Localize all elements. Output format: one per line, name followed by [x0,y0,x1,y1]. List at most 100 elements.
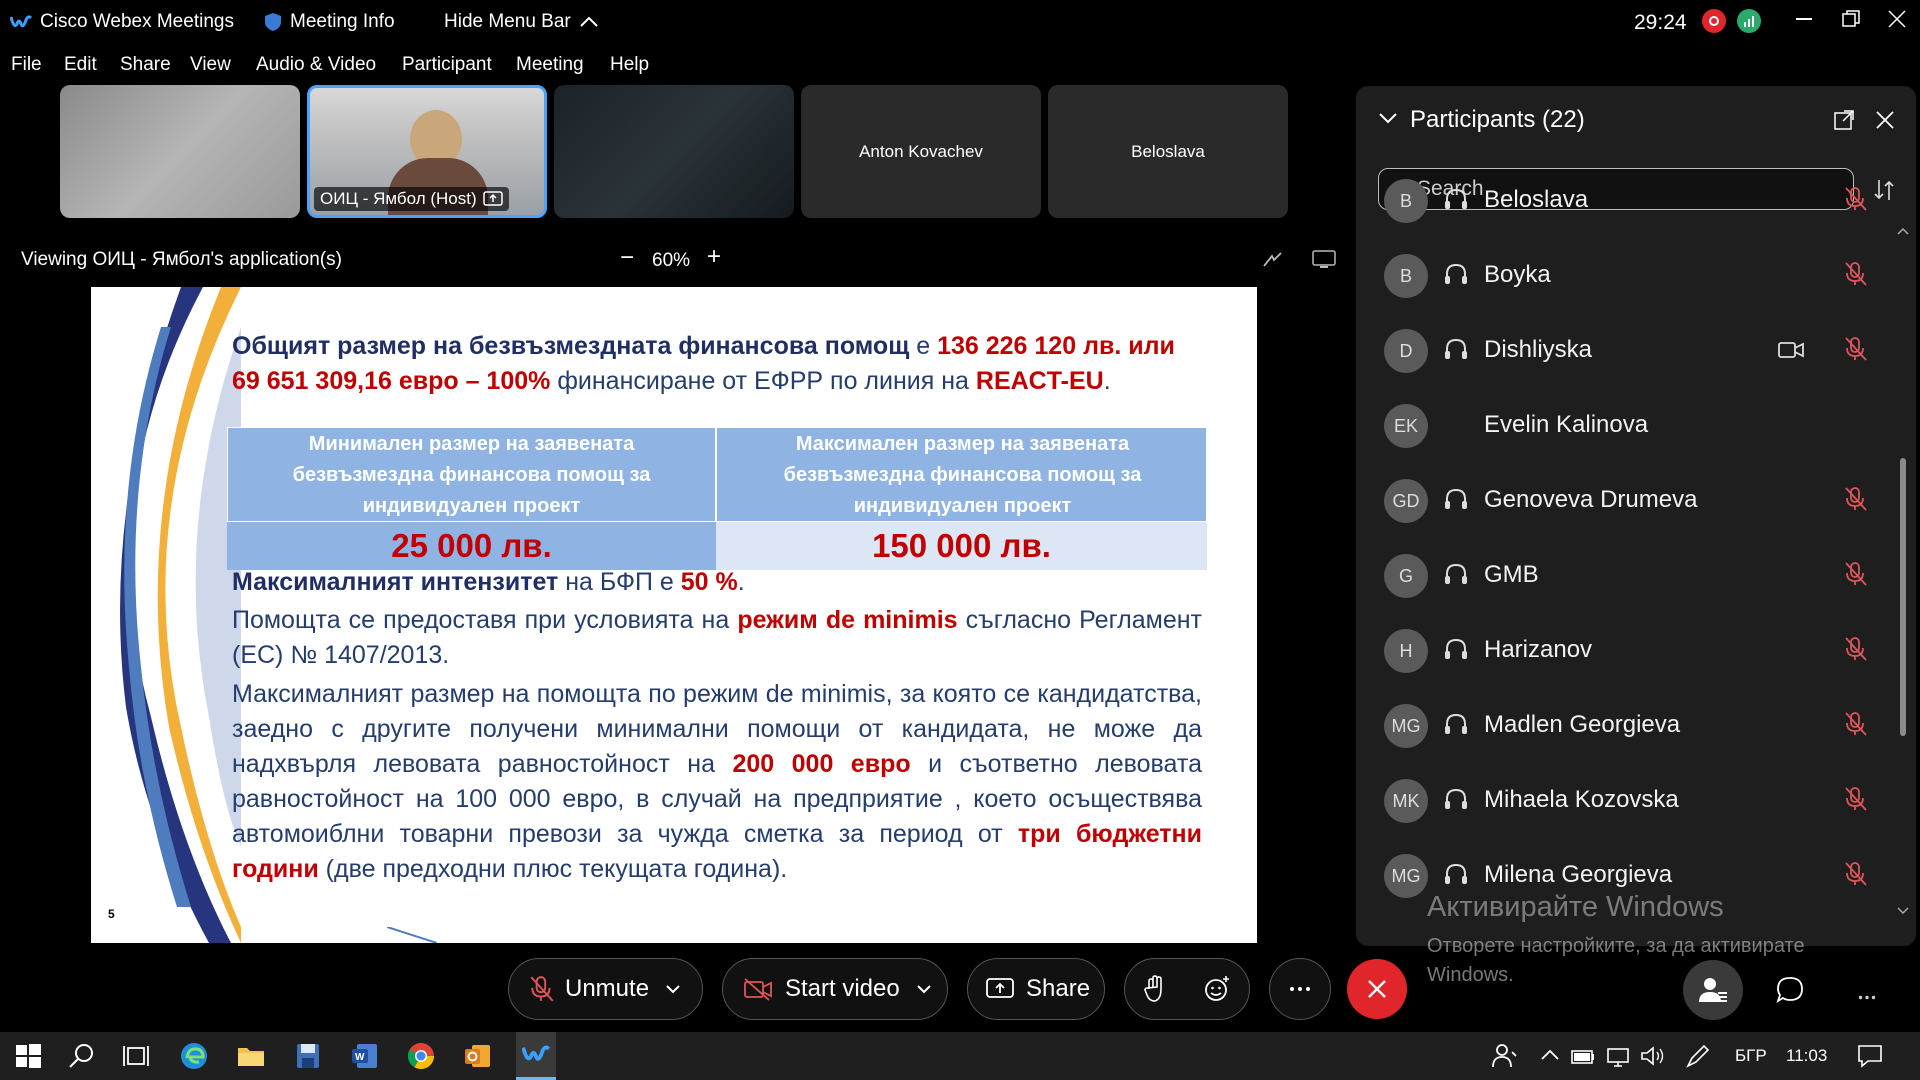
outlook-icon[interactable] [462,1040,494,1072]
slide-paragraph-1: Общият размер на безвъзмездната финансов… [232,332,1175,395]
menu-participant[interactable]: Participant [402,54,492,76]
zoom-in-button[interactable]: + [707,243,721,271]
muted-mic-icon[interactable] [1844,261,1868,287]
video-thumbnail-1[interactable] [60,85,300,218]
table-cell-min-value: 25 000 лв. [227,522,716,570]
participant-row[interactable]: B Boyka [1356,235,1896,310]
shared-slide: Общият размер на безвъзмездната финансов… [91,287,1257,943]
video-thumbnail-beloslava[interactable]: Beloslava [1048,85,1288,218]
avatar: MG [1384,854,1428,898]
video-off-icon [744,978,772,1001]
participant-name: Beloslava [1484,186,1589,213]
start-video-button[interactable]: Start video [722,958,948,1020]
close-window-icon[interactable] [1888,10,1906,28]
system-clock[interactable]: 11:03 [1786,1046,1827,1066]
headset-icon [1445,863,1467,884]
pen-icon[interactable] [1682,1040,1714,1072]
scroll-up-icon[interactable] [1897,226,1909,236]
table-header-max: Максимален размер на заявената безвъзмез… [783,433,1142,517]
task-view-icon[interactable] [120,1040,152,1072]
participant-row[interactable]: MK Mihaela Kozovska [1356,760,1896,835]
video-thumbnail-anton[interactable]: Anton Kovachev [801,85,1041,218]
more-options-button[interactable] [1269,958,1331,1020]
muted-mic-icon[interactable] [1844,861,1868,887]
scroll-down-icon[interactable] [1897,906,1909,916]
participant-row[interactable]: EK Evelin Kalinova [1356,385,1896,460]
participant-row[interactable]: H Harizanov [1356,610,1896,685]
chevron-down-icon[interactable] [1378,112,1398,124]
chevron-down-icon[interactable] [916,984,932,994]
avatar: B [1384,179,1428,223]
webex-taskbar-button[interactable] [516,1032,556,1080]
muted-mic-icon[interactable] [1844,636,1868,662]
avatar: G [1384,554,1428,598]
host-label: ОИЦ - Ямбол (Host) [314,187,509,211]
zoom-out-button[interactable]: − [620,244,634,272]
minimize-icon[interactable] [1796,18,1812,20]
pop-out-icon[interactable] [1834,110,1854,130]
volume-icon[interactable] [1636,1040,1668,1072]
more-panels-button[interactable] [1858,987,1876,1005]
participant-row[interactable]: D Dishliyska [1356,310,1896,385]
menu-file[interactable]: File [11,54,42,76]
scrollbar-thumb[interactable] [1900,458,1906,736]
unmute-button[interactable]: Unmute [508,958,703,1020]
save-app-icon[interactable] [292,1040,324,1072]
word-icon[interactable]: W [349,1040,381,1072]
muted-mic-icon[interactable] [1844,186,1868,212]
remote-control-icon[interactable] [1312,250,1336,270]
participants-title: Participants (22) [1410,106,1585,133]
edge-icon[interactable] [178,1040,210,1072]
participant-name: Evelin Kalinova [1484,411,1649,438]
leave-meeting-button[interactable] [1347,959,1407,1019]
participants-toggle-button[interactable] [1683,960,1743,1020]
menu-audio-video[interactable]: Audio & Video [256,54,376,76]
battery-icon[interactable] [1566,1040,1598,1072]
chevron-down-icon[interactable] [665,984,681,994]
headset-icon [1445,338,1467,359]
muted-mic-icon[interactable] [1844,711,1868,737]
muted-mic-icon[interactable] [1844,561,1868,587]
slide-decoration [120,287,241,943]
recording-icon[interactable] [1702,9,1726,33]
participant-row[interactable]: MG Madlen Georgieva [1356,685,1896,760]
raise-hand-icon[interactable] [1143,975,1166,1003]
close-panel-icon[interactable] [1876,111,1894,129]
participant-row[interactable]: G GMB [1356,535,1896,610]
video-thumbnail-3[interactable] [554,85,794,218]
people-icon[interactable] [1488,1040,1520,1072]
file-explorer-icon[interactable] [235,1040,267,1072]
menu-meeting[interactable]: Meeting [516,54,584,76]
restore-icon[interactable] [1842,10,1860,28]
meeting-info-button[interactable]: Meeting Info [264,11,395,33]
participant-row[interactable]: GD Genoveva Drumeva [1356,460,1896,535]
more-icon [1290,987,1310,991]
reactions-icon[interactable] [1203,975,1231,1003]
search-icon[interactable] [66,1040,98,1072]
annotate-icon[interactable] [1262,250,1284,270]
participants-list: B Beloslava B Boyka D Dishliyska EK Evel… [1356,160,1896,932]
muted-mic-icon[interactable] [1844,486,1868,512]
notifications-icon[interactable] [1854,1040,1886,1072]
windows-start-icon[interactable] [12,1040,44,1072]
muted-mic-icon[interactable] [1844,336,1868,362]
share-button[interactable]: Share [967,958,1105,1020]
participant-name: Dishliyska [1484,336,1593,363]
menu-help[interactable]: Help [610,54,649,76]
chat-button[interactable] [1776,976,1804,1009]
input-language[interactable]: БГР [1735,1046,1767,1066]
network-health-icon[interactable] [1737,9,1761,33]
participant-row[interactable]: B Beloslava [1356,160,1896,235]
video-thumbnail-host[interactable]: ОИЦ - Ямбол (Host) [307,85,547,218]
menu-share[interactable]: Share [120,54,171,76]
menu-edit[interactable]: Edit [64,54,97,76]
chevron-up-icon[interactable] [1534,1040,1566,1072]
avatar: MK [1384,779,1428,823]
network-icon[interactable] [1602,1040,1634,1072]
participants-scrollbar[interactable] [1897,226,1909,916]
hide-menu-bar-button[interactable]: Hide Menu Bar [444,11,599,33]
menu-view[interactable]: View [190,54,231,76]
chrome-icon[interactable] [405,1040,437,1072]
muted-mic-icon[interactable] [1844,786,1868,812]
app-title: Cisco Webex Meetings [10,11,234,33]
